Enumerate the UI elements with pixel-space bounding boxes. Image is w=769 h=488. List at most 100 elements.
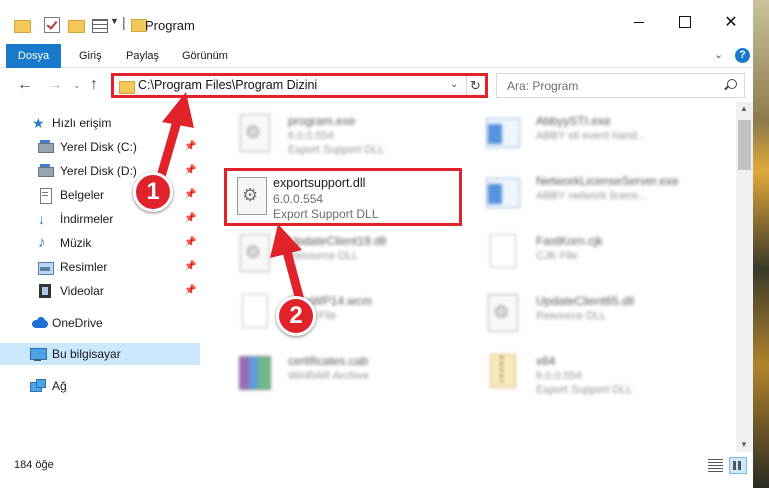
tiles-view-icon[interactable]: [729, 457, 747, 474]
sidebar-item-label: Müzik: [60, 236, 92, 250]
sidebar-item-downloads[interactable]: ↓ İndirmeler 📌: [0, 208, 200, 230]
scroll-up-icon[interactable]: ▲: [740, 104, 748, 113]
file-item[interactable]: NetworkLicenseServer.exe ABBY network li…: [470, 166, 720, 226]
file-explorer-window: ▼ | Program ✕ Dosya Giriş Paylaş Görünüm…: [0, 0, 753, 488]
file-item[interactable]: FastKorn.cjk CJK File: [470, 226, 720, 286]
file-item-exportsupport-dll[interactable]: exportsupport.dll 6.0.0.554 Export Suppo…: [224, 168, 462, 226]
pin-icon[interactable]: 📌: [184, 237, 196, 248]
close-button[interactable]: ✕: [708, 8, 754, 36]
pin-icon[interactable]: 📌: [184, 261, 196, 272]
sidebar-item-label: Yerel Disk (D:): [60, 164, 137, 178]
pin-icon[interactable]: 📌: [184, 213, 196, 224]
address-path[interactable]: C:\Program Files\Program Dizini: [138, 78, 317, 92]
cloud-icon: [32, 316, 48, 330]
expand-ribbon-icon[interactable]: ⌄: [714, 48, 723, 61]
pin-icon[interactable]: 📌: [184, 141, 196, 152]
star-icon: ★: [32, 115, 45, 131]
annotation-badge-1: 1: [133, 172, 173, 212]
search-icon[interactable]: [724, 79, 737, 91]
file-name: program.exe: [288, 114, 356, 128]
file-description: Resource DLL: [536, 310, 607, 322]
sidebar-item-label: Yerel Disk (C:): [60, 140, 137, 154]
scrollbar-thumb[interactable]: [738, 120, 751, 170]
file-description: ABBY network licens...: [536, 190, 648, 202]
file-list: program.exe 6.0.0.554 Export Support DLL…: [208, 102, 736, 452]
navigation-bar: ← → ⌄ ↑ C:\Program Files\Program Dizini …: [0, 68, 753, 102]
item-count: 184 öğe: [14, 459, 54, 471]
title-folder-icon: [131, 18, 147, 32]
back-arrow-icon[interactable]: ←: [17, 76, 33, 94]
desktop-background: [753, 0, 769, 488]
pin-icon[interactable]: 📌: [184, 189, 196, 200]
sidebar-item-label: İndirmeler: [60, 212, 114, 226]
file-item[interactable]: SlimWP14.wcm WCM File: [222, 286, 472, 346]
file-name: exportsupport.dll: [273, 176, 366, 190]
pin-icon[interactable]: 📌: [184, 285, 196, 296]
tab-view[interactable]: Görünüm: [182, 44, 228, 68]
sidebar-item-this-pc[interactable]: Bu bilgisayar: [0, 343, 200, 365]
address-dropdown-chevron-icon[interactable]: ⌄: [450, 79, 458, 90]
scroll-down-icon[interactable]: ▼: [740, 440, 748, 449]
sidebar-item-label: Bu bilgisayar: [52, 347, 121, 361]
file-version: 6.0.0.554: [536, 370, 582, 382]
vertical-scrollbar[interactable]: ▲ ▼: [736, 102, 753, 452]
view-options-icon[interactable]: [92, 17, 108, 33]
file-item[interactable]: certificates.cab WinRAR Archive: [222, 346, 472, 406]
computer-icon: [30, 347, 47, 361]
sidebar-item-local-disk-c[interactable]: Yerel Disk (C:) 📌: [0, 136, 200, 158]
chevron-down-icon[interactable]: ▼: [110, 16, 119, 26]
sidebar-item-label: Hızlı erişim: [52, 116, 112, 130]
status-bar: 184 öğe: [0, 452, 753, 488]
music-icon: ♪: [38, 234, 46, 251]
details-view-icon[interactable]: [708, 459, 723, 472]
sidebar-item-label: OneDrive: [52, 316, 103, 330]
file-name: UpdateClient65.dll: [536, 294, 635, 308]
file-item[interactable]: AbbyySTI.exe ABBY sti event hand...: [470, 106, 720, 166]
forward-arrow-icon[interactable]: →: [47, 76, 63, 94]
navigation-pane: ★ Hızlı erişim Yerel Disk (C:) 📌 Yerel D…: [0, 102, 208, 452]
address-folder-icon: [119, 80, 135, 94]
refresh-icon[interactable]: ↻: [466, 76, 484, 95]
sidebar-item-network[interactable]: Ağ: [0, 375, 200, 397]
file-item[interactable]: UpdateClient65.dll Resource DLL: [470, 286, 720, 346]
generic-file-icon: [484, 234, 520, 274]
sidebar-item-local-disk-d[interactable]: Yerel Disk (D:) 📌: [0, 160, 200, 182]
file-description: WinRAR Archive: [288, 370, 370, 382]
file-item[interactable]: x64 6.0.0.554 Export Support DLL: [470, 346, 720, 406]
folder-icon[interactable]: [14, 17, 31, 33]
minimize-button[interactable]: [616, 8, 662, 36]
archive-file-icon: [236, 354, 272, 394]
download-icon: ↓: [38, 211, 45, 227]
file-item[interactable]: UpdateClient19.dll Resource DLL: [222, 226, 472, 286]
new-folder-icon[interactable]: [68, 17, 85, 33]
pin-icon[interactable]: 📌: [184, 165, 196, 176]
address-bar[interactable]: C:\Program Files\Program Dizini ⌄ ↻: [111, 73, 488, 98]
window-title: Program: [145, 18, 195, 33]
tab-home[interactable]: Giriş: [79, 44, 102, 68]
file-description: Export Support DLL: [536, 384, 633, 396]
file-description: ABBY sti event hand...: [536, 130, 646, 142]
up-arrow-icon[interactable]: ↑: [90, 76, 98, 94]
exe-file-icon: [484, 174, 520, 214]
properties-check-icon[interactable]: [44, 17, 60, 33]
dll-file-icon: [236, 114, 272, 154]
tab-share[interactable]: Paylaş: [126, 44, 159, 68]
sidebar-item-quick-access[interactable]: ★ Hızlı erişim: [0, 112, 200, 134]
ribbon-tabs: Dosya Giriş Paylaş Görünüm ⌄ ?: [0, 44, 753, 68]
maximize-button[interactable]: [662, 8, 708, 36]
sidebar-item-label: Resimler: [60, 260, 108, 274]
file-item[interactable]: program.exe 6.0.0.554 Export Support DLL: [222, 106, 472, 166]
sidebar-item-onedrive[interactable]: OneDrive: [0, 312, 200, 334]
search-box[interactable]: Ara: Program: [496, 73, 745, 98]
disk-icon: [38, 164, 54, 178]
dll-file-icon: [236, 234, 272, 274]
recent-locations-chevron-icon[interactable]: ⌄: [73, 80, 81, 91]
sidebar-item-pictures[interactable]: Resimler 📌: [0, 256, 200, 278]
help-icon[interactable]: ?: [735, 48, 750, 63]
sidebar-item-music[interactable]: ♪ Müzik 📌: [0, 232, 200, 254]
tab-file[interactable]: Dosya: [6, 44, 61, 68]
sidebar-item-videos[interactable]: Videolar 📌: [0, 280, 200, 302]
file-description: CJK File: [536, 250, 578, 262]
zip-file-icon: [484, 354, 520, 394]
file-description: Export Support DLL: [288, 144, 385, 156]
